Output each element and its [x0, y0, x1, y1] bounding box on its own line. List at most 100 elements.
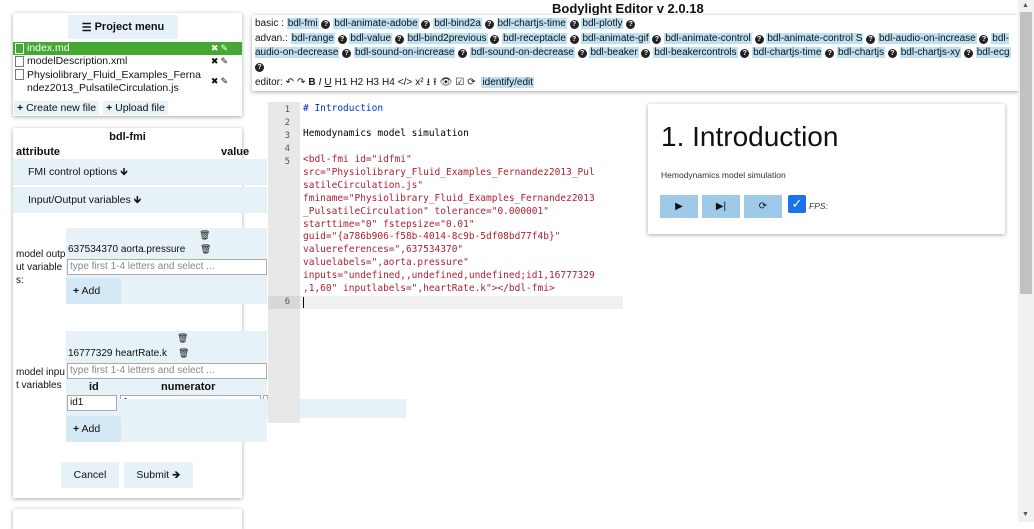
help-icon[interactable]: ? [490, 35, 500, 44]
code-line: valuelabels=",aorta.pressure" [303, 257, 469, 268]
file-item-index[interactable]: index.md ✖✎ [13, 42, 242, 55]
scroll-thumb[interactable] [1020, 12, 1032, 294]
help-icon[interactable]: ? [321, 20, 331, 29]
component-bdl-chartjs-xy[interactable]: bdl-chartjs-xy [899, 47, 962, 58]
editor-tool[interactable]: ↷ [297, 77, 305, 88]
scroll-down-icon[interactable]: ▼ [1022, 511, 1029, 518]
component-bdl-animate-adobe[interactable]: bdl-animate-adobe [333, 18, 419, 29]
fps-checkbox[interactable]: ✓ [788, 195, 806, 213]
help-icon[interactable]: ? [626, 20, 636, 29]
editor-tool[interactable]: H1 [335, 77, 348, 88]
component-bdl-range[interactable]: bdl-range [290, 33, 335, 44]
trash-icon[interactable]: 🗑 [177, 333, 188, 344]
editor-tool[interactable]: H2 [350, 77, 363, 88]
help-icon[interactable]: ? [255, 63, 264, 72]
component-bdl-beakercontrols[interactable]: bdl-beakercontrols [653, 47, 738, 58]
output-variable-search-input[interactable]: type first 1-4 letters and select ... [67, 259, 267, 275]
editor-tool[interactable]: H4 [382, 77, 395, 88]
help-icon[interactable]: ? [825, 49, 835, 58]
help-icon[interactable]: ? [577, 49, 587, 58]
identify-edit-button[interactable]: identify/edit [481, 77, 535, 88]
component-bdl-sound-on-increase[interactable]: bdl-sound-on-increase [353, 47, 456, 58]
code-line: valuereferences=",637534370" [303, 244, 464, 255]
rename-icon[interactable]: ✎ [220, 43, 230, 53]
add-label: Add [81, 423, 101, 435]
editor-tool[interactable]: I [319, 77, 322, 88]
component-bdl-animate-control-s[interactable]: bdl-animate-control S [766, 33, 864, 44]
help-icon[interactable]: ? [421, 20, 431, 29]
cancel-button[interactable]: Cancel [61, 462, 119, 488]
create-file-button[interactable]: + Create new file [14, 101, 100, 115]
help-icon[interactable]: ? [887, 49, 897, 58]
page-scrollbar[interactable]: ▲ ▼ [1018, 0, 1034, 522]
editor-tool[interactable]: ⭳ [427, 77, 431, 88]
file-item-js[interactable]: Physiolibrary_Fluid_Examples_Fernandez20… [13, 68, 242, 96]
code-line: # Introduction [303, 103, 384, 114]
help-icon[interactable]: ? [569, 35, 579, 44]
io-variables-accordion[interactable]: Input/Output variables 🡻 [13, 187, 267, 213]
component-bdl-bind2previous[interactable]: bdl-bind2previous [406, 33, 488, 44]
scroll-up-icon[interactable]: ▲ [1022, 2, 1029, 9]
help-icon[interactable]: ? [866, 35, 876, 44]
basic-row: basic : bdl-fmi ? bdl-animate-adobe ? bd… [255, 17, 636, 31]
help-icon[interactable]: ? [979, 35, 989, 44]
component-bdl-chartjs-time[interactable]: bdl-chartjs-time [496, 18, 567, 29]
component-bdl-animate-control[interactable]: bdl-animate-control [664, 33, 752, 44]
component-bdl-plotly[interactable]: bdl-plotly [581, 18, 624, 29]
editor-tool[interactable]: B [308, 77, 315, 88]
input-variable-search-input[interactable]: type first 1-4 letters and select ... [67, 363, 267, 379]
help-icon[interactable]: ? [641, 49, 651, 58]
help-icon[interactable]: ? [337, 35, 347, 44]
component-bdl-bind2a[interactable]: bdl-bind2a [433, 18, 482, 29]
id-input[interactable]: id1 [67, 395, 117, 411]
help-icon[interactable]: ? [394, 35, 404, 44]
rename-icon[interactable]: ✎ [220, 56, 230, 66]
editor-tool[interactable]: H3 [366, 77, 379, 88]
fmi-control-accordion[interactable]: FMI control options 🡻 [13, 159, 267, 185]
component-bdl-chartjs-time[interactable]: bdl-chartjs-time [752, 47, 823, 58]
editor-tool[interactable]: </> [398, 77, 412, 88]
project-menu-button[interactable]: ☰ Project menu [68, 15, 178, 39]
add-output-button[interactable]: + Add [66, 278, 121, 304]
help-icon[interactable]: ? [740, 49, 750, 58]
help-icon[interactable]: ? [569, 20, 579, 29]
editor-tool[interactable]: ⭱ [433, 77, 437, 88]
help-icon[interactable]: ? [963, 49, 973, 58]
help-icon[interactable]: ? [342, 49, 352, 58]
component-bdl-chartjs[interactable]: bdl-chartjs [837, 47, 886, 58]
component-bdl-receptacle[interactable]: bdl-receptacle [502, 33, 567, 44]
editor-tool[interactable]: 👁 [440, 77, 453, 88]
editor-tool[interactable]: ⟳ [467, 77, 475, 88]
upload-file-label: Upload file [115, 102, 165, 114]
upload-file-button[interactable]: + Upload file [103, 101, 168, 115]
code-line: guid="{a786b906-f58b-4014-8c9b-5df08bd77… [303, 231, 561, 242]
help-icon[interactable]: ? [458, 49, 468, 58]
component-bdl-sound-on-decrease[interactable]: bdl-sound-on-decrease [470, 47, 575, 58]
code-line: starttime="0" fstepsize="0.01" [303, 219, 475, 230]
editor-tool[interactable]: x² [415, 77, 423, 88]
editor-tool[interactable]: U [324, 77, 331, 88]
trash-icon[interactable]: 🗑 [199, 230, 210, 241]
editor-tool[interactable]: ☑ [455, 77, 464, 88]
file-item-modeldescription[interactable]: modelDescription.xml ✖✎ [13, 55, 242, 68]
step-button[interactable]: ▶| [702, 195, 740, 218]
trash-icon[interactable]: 🗑 [178, 348, 189, 359]
file-icon [15, 43, 24, 54]
component-bdl-beaker[interactable]: bdl-beaker [589, 47, 639, 58]
help-icon[interactable]: ? [484, 20, 494, 29]
rename-icon[interactable]: ✎ [220, 76, 230, 86]
trash-icon[interactable]: 🗑 [200, 244, 211, 255]
component-bdl-ecg[interactable]: bdl-ecg [975, 47, 1011, 58]
submit-button[interactable]: Submit 🡺 [124, 462, 193, 488]
component-bdl-animate-gif[interactable]: bdl-animate-gif [581, 33, 650, 44]
add-input-button[interactable]: + Add [66, 416, 121, 442]
component-bdl-audio-on-increase[interactable]: bdl-audio-on-increase [877, 33, 977, 44]
editor-tool[interactable]: ↶ [286, 77, 294, 88]
help-icon[interactable]: ? [652, 35, 662, 44]
component-bdl-fmi[interactable]: bdl-fmi [286, 18, 319, 29]
help-icon[interactable]: ? [754, 35, 764, 44]
reload-button[interactable]: ⟳ [744, 195, 782, 218]
arrow-right-icon: 🡺 [172, 469, 181, 481]
play-button[interactable]: ▶ [660, 195, 698, 218]
component-bdl-value[interactable]: bdl-value [349, 33, 393, 44]
